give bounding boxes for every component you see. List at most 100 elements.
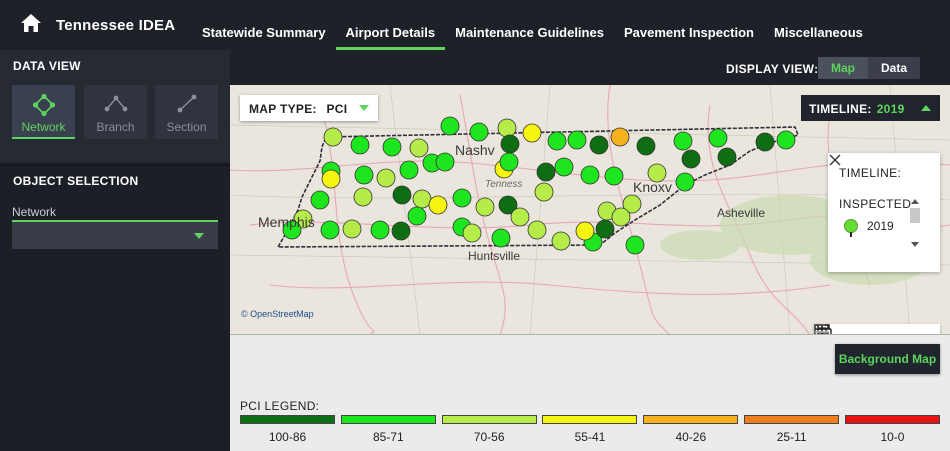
tab-statewide-summary[interactable]: Statewide Summary: [192, 0, 336, 50]
tab-miscellaneous[interactable]: Miscellaneous: [764, 0, 873, 50]
place-nashville: Nashv: [455, 142, 495, 158]
airport-marker: [350, 135, 370, 155]
display-view-data-button[interactable]: Data: [868, 57, 920, 79]
legend-item: 40-26: [643, 415, 739, 444]
airport-marker: [717, 147, 737, 167]
tab-airport-details[interactable]: Airport Details: [335, 0, 446, 50]
airport-marker: [755, 132, 775, 152]
airport-marker: [491, 228, 511, 248]
object-selection-title: OBJECT SELECTION: [13, 174, 139, 188]
zoom-in-button[interactable]: [815, 324, 907, 334]
place-tennessee: Tenness: [485, 179, 522, 190]
airport-marker: [391, 221, 411, 241]
airport-marker: [452, 188, 472, 208]
legend-item: 25-11: [744, 415, 840, 444]
map-type-label: MAP TYPE:: [249, 102, 317, 116]
airport-marker: [551, 231, 571, 251]
pci-legend-title: PCI LEGEND:: [240, 399, 320, 413]
timeline-panel: TIMELINE: INSPECTED 2019: [828, 153, 940, 272]
airport-marker: [342, 219, 362, 239]
airport-marker: [320, 220, 340, 240]
map-type-value: PCI: [326, 102, 348, 116]
airport-marker: [353, 187, 373, 207]
zoom-out-button[interactable]: [815, 324, 938, 334]
airport-marker: [636, 136, 656, 156]
pci-legend: 100-86 85-71 70-56 55-41 40-26 25-11 10-…: [240, 415, 940, 444]
airport-marker: [462, 223, 482, 243]
airport-marker: [536, 162, 556, 182]
airport-marker: [534, 182, 554, 202]
main-content: DISPLAY VIEW: Map Data Nashv Tenness Kno…: [230, 50, 950, 451]
legend-item: 70-56: [441, 415, 537, 444]
airport-marker: [625, 235, 645, 255]
map-attribution[interactable]: © OpenStreetMap: [241, 309, 314, 319]
airport-marker: [469, 122, 489, 142]
airport-marker: [527, 220, 547, 240]
display-view-toggle: Map Data: [818, 57, 921, 79]
tab-pavement-inspection[interactable]: Pavement Inspection: [614, 0, 764, 50]
legend-swatch: [340, 415, 436, 424]
airport-marker: [675, 172, 695, 192]
inspected-year-marker-icon[interactable]: [844, 219, 858, 233]
airport-marker: [575, 221, 595, 241]
map-type-select[interactable]: MAP TYPE: PCI: [240, 95, 378, 121]
scroll-down-icon[interactable]: [911, 242, 919, 247]
map-toolbar: [814, 324, 940, 334]
airport-marker: [610, 127, 630, 147]
place-memphis: Memphis: [258, 214, 315, 230]
legend-label: 55-41: [574, 430, 606, 444]
airport-marker: [323, 127, 343, 147]
scroll-up-icon[interactable]: [911, 199, 919, 204]
timeline-label: TIMELINE:: [809, 102, 872, 116]
data-view-branch-label: Branch: [96, 120, 135, 134]
network-field-label: Network: [12, 205, 57, 219]
airport-marker: [428, 195, 448, 215]
section-icon: [177, 94, 196, 113]
data-view-branch-button[interactable]: Branch: [84, 85, 147, 139]
airport-marker: [497, 118, 517, 138]
zoom-out-icon: [815, 331, 829, 333]
print-button[interactable]: [814, 324, 876, 334]
data-view-network-button[interactable]: Network: [12, 85, 75, 139]
legend-label: 25-11: [776, 430, 807, 444]
network-icon: [32, 93, 55, 117]
airport-marker: [681, 149, 701, 169]
airport-marker: [399, 160, 419, 180]
timeline-scrollbar[interactable]: [908, 195, 922, 251]
background-map-button[interactable]: Background Map: [835, 344, 940, 374]
legend-swatch: [240, 415, 335, 424]
top-bar: Tennessee IDEA Statewide Summary Airport…: [0, 0, 950, 50]
airport-marker: [412, 189, 432, 209]
app-title: Tennessee IDEA: [56, 17, 176, 34]
airport-marker: [370, 220, 390, 240]
airport-marker: [510, 207, 530, 227]
airport-marker: [673, 131, 693, 151]
object-selection-section: OBJECT SELECTION Network: [0, 164, 230, 451]
place-asheville: Asheville: [717, 206, 765, 220]
scroll-thumb[interactable]: [910, 208, 920, 223]
airport-marker: [440, 116, 460, 136]
map-canvas[interactable]: Nashv Tenness Knoxv Asheville Memphis Hu…: [230, 85, 950, 335]
data-view-section-button[interactable]: Section: [155, 85, 218, 139]
place-knoxville: Knoxv: [633, 179, 672, 195]
close-icon[interactable]: [828, 153, 842, 167]
chevron-up-icon: [921, 105, 931, 111]
legend-swatch: [844, 415, 940, 424]
home-icon[interactable]: [20, 12, 42, 34]
chevron-down-icon: [194, 233, 204, 239]
airport-marker: [310, 190, 330, 210]
tab-maintenance-guidelines[interactable]: Maintenance Guidelines: [445, 0, 614, 50]
data-view-section: DATA VIEW Network Branch Section: [0, 50, 230, 162]
display-view-label: DISPLAY VIEW:: [726, 62, 819, 76]
airport-marker: [409, 138, 429, 158]
legend-swatch: [643, 415, 739, 424]
place-huntsville: Huntsville: [468, 249, 520, 263]
inspected-year[interactable]: 2019: [867, 219, 894, 233]
display-view-map-button[interactable]: Map: [818, 57, 868, 79]
timeline-toggle-button[interactable]: TIMELINE: 2019: [801, 95, 940, 121]
legend-swatch: [542, 415, 638, 424]
network-select[interactable]: [12, 220, 218, 249]
legend-item: 10-0: [844, 415, 940, 444]
marker-stem: [850, 232, 852, 237]
airport-marker: [321, 169, 341, 189]
